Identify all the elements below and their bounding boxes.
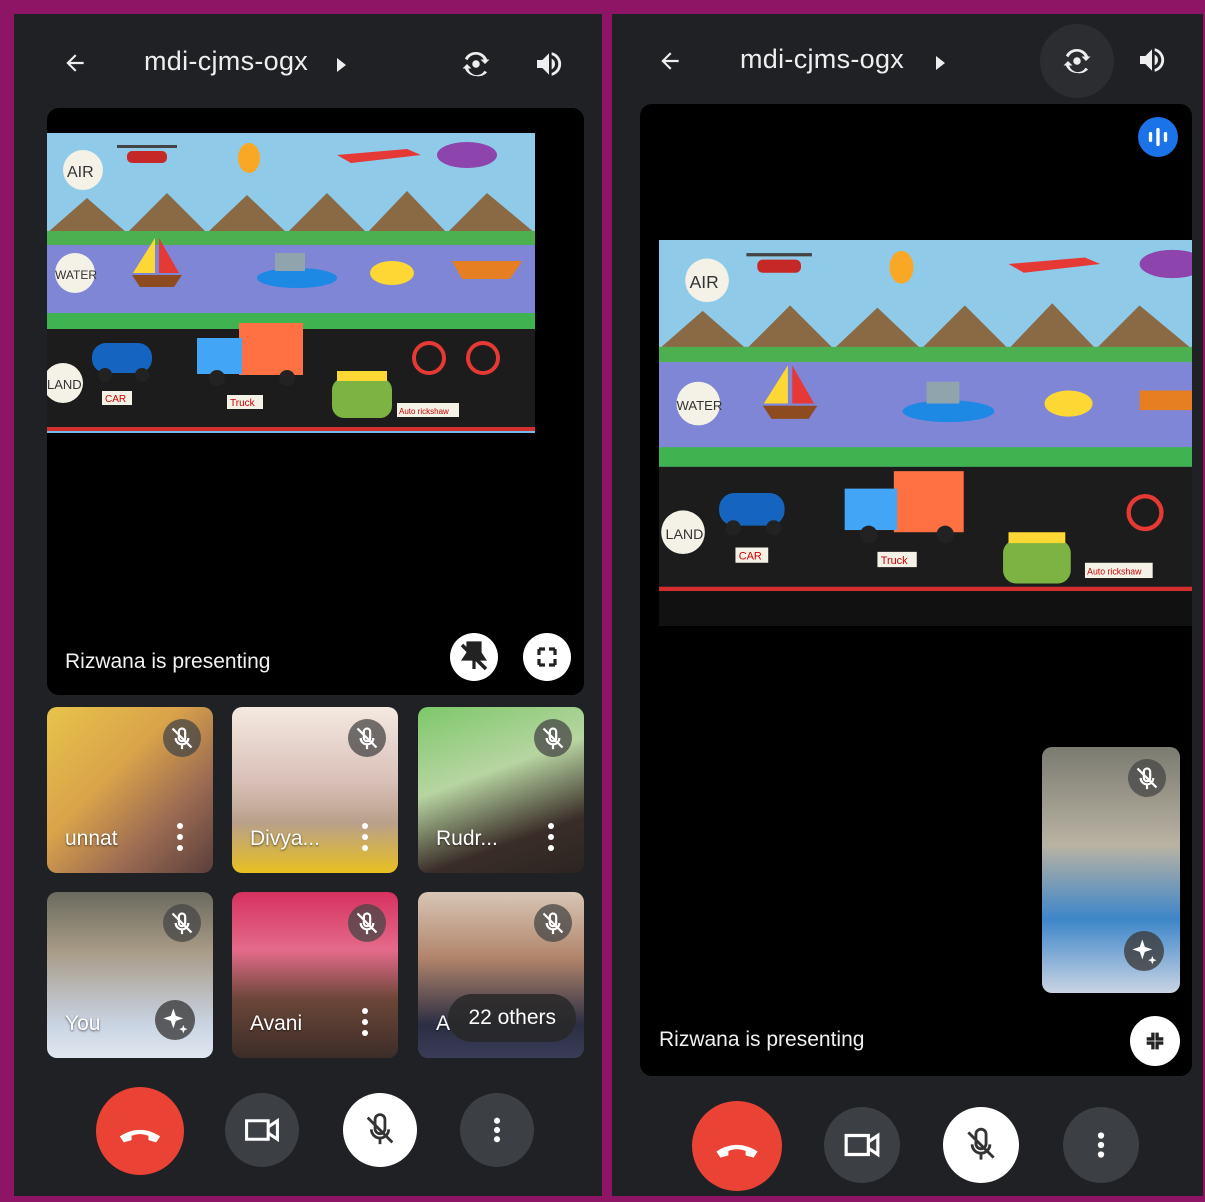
back-arrow-icon[interactable] xyxy=(657,48,683,74)
video-camera-icon xyxy=(844,1132,880,1158)
label-air: AIR xyxy=(67,164,94,181)
meet-screen-presentation-view: mdi-cjms-ogx AIR WATER LAND CAR Truck Au… xyxy=(612,14,1203,1196)
mic-off-icon xyxy=(348,904,386,942)
end-call-icon xyxy=(119,1129,161,1143)
mic-off-icon xyxy=(1128,759,1166,797)
presenting-label: Rizwana is presenting xyxy=(659,1028,865,1051)
switch-camera-icon[interactable] xyxy=(1059,43,1095,79)
more-vert-icon[interactable] xyxy=(548,823,554,851)
fullscreen-icon xyxy=(537,647,557,667)
unpin-button[interactable] xyxy=(450,633,498,681)
audio-level-icon xyxy=(1138,117,1178,157)
mic-toggle-button[interactable] xyxy=(943,1107,1019,1183)
end-call-button[interactable] xyxy=(96,1087,184,1175)
visual-effects-icon[interactable] xyxy=(155,1000,195,1040)
mic-off-icon xyxy=(163,719,201,757)
label-water: WATER xyxy=(55,268,97,282)
unpin-icon xyxy=(460,641,488,671)
more-vert-icon xyxy=(493,1117,501,1143)
label-car: CAR xyxy=(739,550,762,562)
mic-off-icon xyxy=(967,1127,995,1160)
more-vert-icon xyxy=(1097,1132,1105,1158)
participant-tile[interactable]: unnat xyxy=(47,707,213,873)
panel-divider xyxy=(602,0,612,1202)
fullscreen-button[interactable] xyxy=(523,633,571,681)
meeting-code[interactable]: mdi-cjms-ogx xyxy=(144,46,308,77)
camera-toggle-button[interactable] xyxy=(824,1107,900,1183)
label-truck: Truck xyxy=(881,555,908,567)
top-bar: mdi-cjms-ogx xyxy=(612,14,1203,104)
participant-name: Divya... xyxy=(250,827,321,850)
label-autorickshaw: Auto rickshaw xyxy=(1087,567,1142,577)
label-land: LAND xyxy=(47,377,82,392)
participant-tile-self[interactable]: You xyxy=(47,892,213,1058)
more-options-button[interactable] xyxy=(460,1093,534,1167)
mic-off-icon xyxy=(366,1113,394,1145)
mic-off-icon xyxy=(534,904,572,942)
participant-name: Avani xyxy=(250,1012,303,1035)
transport-drawing-image: AIR WATER LAND CAR Truck Auto rickshaw xyxy=(47,133,535,431)
switch-camera-icon[interactable] xyxy=(458,46,494,82)
speaker-icon[interactable] xyxy=(532,48,566,80)
label-truck: Truck xyxy=(230,398,256,409)
end-call-button[interactable] xyxy=(692,1101,782,1191)
others-count-chip[interactable]: 22 others xyxy=(448,994,576,1042)
top-bar: mdi-cjms-ogx xyxy=(14,14,602,104)
meet-screen-grid-view: mdi-cjms-ogx AIR WATER LAND CAR Truck Au… xyxy=(14,14,602,1196)
transport-drawing-image: AIR WATER LAND CAR Truck Auto rickshaw xyxy=(659,240,1192,626)
play-caret-icon[interactable] xyxy=(337,58,346,72)
participant-tile[interactable]: Divya... xyxy=(232,707,398,873)
participant-name: You xyxy=(65,1012,101,1035)
label-car: CAR xyxy=(105,394,126,405)
exit-fullscreen-button[interactable] xyxy=(1130,1016,1180,1066)
meeting-code[interactable]: mdi-cjms-ogx xyxy=(740,44,904,75)
participant-tile[interactable]: Avani xyxy=(232,892,398,1058)
shared-drawing: AIR WATER LAND CAR Truck Auto rickshaw xyxy=(47,133,535,433)
label-land: LAND xyxy=(666,527,704,543)
camera-toggle-button[interactable] xyxy=(225,1093,299,1167)
mic-off-icon xyxy=(534,719,572,757)
shared-drawing: AIR WATER LAND CAR Truck Auto rickshaw xyxy=(659,240,1192,626)
more-options-button[interactable] xyxy=(1063,1107,1139,1183)
more-vert-icon[interactable] xyxy=(362,823,368,851)
label-autorickshaw: Auto rickshaw xyxy=(399,407,449,416)
video-camera-icon xyxy=(245,1117,279,1143)
label-water: WATER xyxy=(676,398,722,413)
end-call-icon xyxy=(716,1144,758,1158)
mic-toggle-button[interactable] xyxy=(343,1093,417,1167)
participant-name: unnat xyxy=(65,827,118,850)
exit-fullscreen-icon xyxy=(1146,1032,1164,1050)
self-view-thumbnail[interactable] xyxy=(1042,747,1180,993)
presentation-stage[interactable]: AIR WATER LAND CAR Truck Auto rickshaw R… xyxy=(640,104,1192,1076)
more-vert-icon[interactable] xyxy=(362,1008,368,1036)
more-vert-icon[interactable] xyxy=(177,823,183,851)
mic-off-icon xyxy=(163,904,201,942)
participant-tile[interactable]: Rudr... xyxy=(418,707,584,873)
back-arrow-icon[interactable] xyxy=(62,50,88,76)
presenting-label: Rizwana is presenting xyxy=(65,650,271,673)
speaker-icon[interactable] xyxy=(1135,44,1169,76)
presentation-stage[interactable]: AIR WATER LAND CAR Truck Auto rickshaw R… xyxy=(47,108,584,695)
participant-tile-overflow[interactable]: A 22 others xyxy=(418,892,584,1058)
visual-effects-icon[interactable] xyxy=(1124,931,1164,971)
mic-off-icon xyxy=(348,719,386,757)
play-caret-icon[interactable] xyxy=(936,56,945,70)
participant-name: Rudr... xyxy=(436,827,498,850)
label-air: AIR xyxy=(690,272,719,292)
